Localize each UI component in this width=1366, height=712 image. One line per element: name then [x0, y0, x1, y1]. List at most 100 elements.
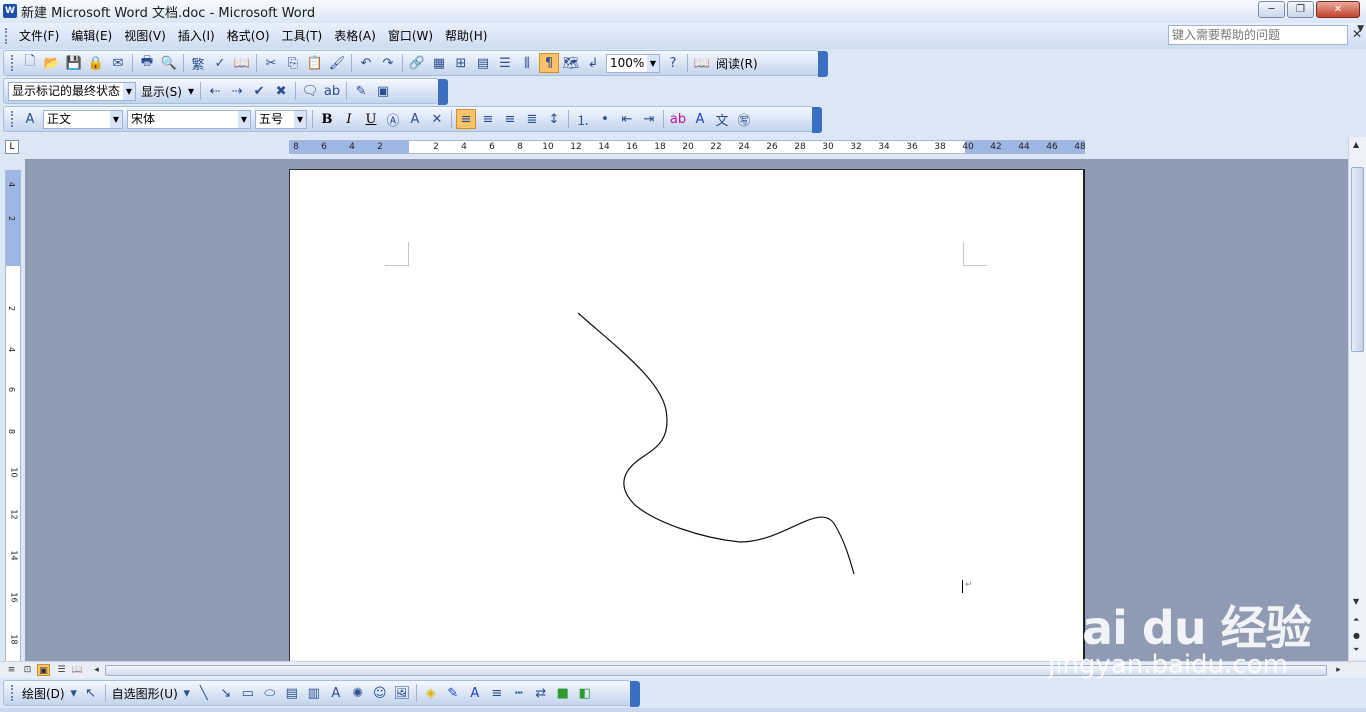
- document-close-icon[interactable]: ✕: [1352, 27, 1362, 41]
- insert-table-icon[interactable]: ⊞: [451, 53, 471, 73]
- document-map-icon[interactable]: 🗺: [561, 53, 581, 73]
- numbering-icon[interactable]: ⒈: [573, 109, 593, 129]
- close-button[interactable]: ✕: [1316, 1, 1360, 18]
- menu-window[interactable]: 窗口(W): [382, 26, 439, 46]
- toolbar-grip[interactable]: [11, 685, 14, 701]
- print-preview-icon[interactable]: 🔍: [159, 53, 179, 73]
- underline-button[interactable]: U: [361, 109, 381, 129]
- highlight-review-icon[interactable]: ab: [322, 81, 342, 101]
- decrease-indent-icon[interactable]: ⇤: [617, 109, 637, 129]
- outline-view-icon[interactable]: ☰: [55, 664, 68, 676]
- rectangle-icon[interactable]: ▭: [238, 683, 258, 703]
- scroll-left-icon[interactable]: ◂: [90, 664, 103, 676]
- dash-style-icon[interactable]: ┅: [509, 683, 529, 703]
- menu-help[interactable]: 帮助(H): [439, 26, 493, 46]
- help-icon[interactable]: ?: [663, 53, 683, 73]
- spelling-icon[interactable]: ✓: [210, 53, 230, 73]
- font-size-select[interactable]: 五号 ▼: [255, 109, 307, 129]
- read-button[interactable]: 阅读(R): [713, 55, 761, 72]
- font-select[interactable]: 宋体 ▼: [127, 109, 251, 129]
- reject-change-icon[interactable]: ✖: [271, 81, 291, 101]
- toolbar-options-icon[interactable]: [812, 107, 822, 133]
- shadow-style-icon[interactable]: ■: [553, 683, 573, 703]
- tables-borders-icon[interactable]: ▦: [429, 53, 449, 73]
- draw-dropdown-icon[interactable]: ▾: [69, 683, 79, 703]
- reading-layout-icon[interactable]: 📖: [71, 664, 84, 676]
- redo-icon[interactable]: ↷: [378, 53, 398, 73]
- character-border-icon[interactable]: Ⓐ: [383, 109, 403, 129]
- menu-tools[interactable]: 工具(T): [276, 26, 329, 46]
- save-icon[interactable]: 💾: [64, 53, 84, 73]
- copy-icon[interactable]: ⎘: [283, 53, 303, 73]
- show-dropdown-icon[interactable]: ▾: [185, 84, 197, 98]
- tab-selector[interactable]: L: [5, 140, 19, 154]
- permission-icon[interactable]: 🔒: [86, 53, 106, 73]
- line-color-icon[interactable]: ✎: [443, 683, 463, 703]
- markup-state-select[interactable]: 显示标记的最终状态 ▼: [8, 81, 136, 101]
- format-painter-icon[interactable]: 🖌: [327, 53, 347, 73]
- research-icon[interactable]: 📖: [232, 53, 252, 73]
- toolbar-options-icon[interactable]: [818, 51, 828, 77]
- styles-formatting-icon[interactable]: A: [20, 109, 40, 129]
- minimize-button[interactable]: ─: [1258, 1, 1285, 18]
- line-style-icon[interactable]: ≡: [487, 683, 507, 703]
- highlight-icon[interactable]: ab: [668, 109, 688, 129]
- email-icon[interactable]: ✉: [108, 53, 128, 73]
- size-dropdown-icon[interactable]: ▼: [294, 110, 306, 128]
- diagram-icon[interactable]: ✺: [348, 683, 368, 703]
- horizontal-scroll-thumb[interactable]: [105, 665, 1327, 676]
- paste-icon[interactable]: 📋: [305, 53, 325, 73]
- draw-font-color-icon[interactable]: A: [465, 683, 485, 703]
- align-center-icon[interactable]: ≡: [478, 109, 498, 129]
- columns-icon[interactable]: ☰: [495, 53, 515, 73]
- previous-page-icon[interactable]: ⏶: [1353, 615, 1359, 625]
- previous-change-icon[interactable]: ⇠: [205, 81, 225, 101]
- next-page-icon[interactable]: ⏷: [1353, 645, 1359, 655]
- scroll-down-icon[interactable]: ▼: [1353, 597, 1359, 606]
- align-right-icon[interactable]: ≡: [500, 109, 520, 129]
- arrow-style-icon[interactable]: ⇄: [531, 683, 551, 703]
- autoshapes-dropdown-icon[interactable]: ▾: [182, 683, 192, 703]
- line-spacing-icon[interactable]: ↕: [544, 109, 564, 129]
- scroll-right-icon[interactable]: ▸: [1332, 664, 1345, 676]
- web-layout-icon[interactable]: ⊡: [21, 664, 34, 676]
- restore-button[interactable]: ❐: [1287, 1, 1314, 18]
- line-icon[interactable]: ╲: [194, 683, 214, 703]
- menu-insert[interactable]: 插入(I): [172, 26, 221, 46]
- bullets-icon[interactable]: •: [595, 109, 615, 129]
- show-formatting-icon[interactable]: ↲: [583, 53, 603, 73]
- show-hide-icon[interactable]: ¶: [539, 53, 559, 73]
- italic-button[interactable]: I: [339, 109, 359, 129]
- accept-change-icon[interactable]: ✔: [249, 81, 269, 101]
- new-document-icon[interactable]: 🗋: [20, 53, 40, 73]
- clip-art-icon[interactable]: ☺: [370, 683, 390, 703]
- reviewing-pane-icon[interactable]: ▣: [373, 81, 393, 101]
- show-button[interactable]: 显示(S): [138, 83, 185, 100]
- align-left-icon[interactable]: ≡: [456, 109, 476, 129]
- horizontal-ruler[interactable]: 8 6 4 2 2 4 6 8 10 12 14 16 18 20 22 24 26 28 30 32 34 36 38 40…: [289, 140, 1086, 154]
- open-folder-icon[interactable]: 📂: [42, 53, 62, 73]
- select-objects-icon[interactable]: ↖: [81, 683, 101, 703]
- toolbar-options-icon[interactable]: [438, 79, 448, 105]
- menu-edit[interactable]: 编辑(E): [65, 26, 118, 46]
- hyperlink-icon[interactable]: 🔗: [407, 53, 427, 73]
- phonetic-guide-icon[interactable]: 文: [712, 109, 732, 129]
- character-scale-icon[interactable]: ✕: [427, 109, 447, 129]
- next-change-icon[interactable]: ⇢: [227, 81, 247, 101]
- drawing-icon[interactable]: ⫼: [517, 53, 537, 73]
- print-layout-icon[interactable]: ▣: [37, 664, 50, 676]
- font-color-icon[interactable]: A: [690, 109, 710, 129]
- enclose-characters-icon[interactable]: ㊢: [734, 109, 754, 129]
- menu-format[interactable]: 格式(O): [221, 26, 276, 46]
- cut-icon[interactable]: ✂: [261, 53, 281, 73]
- draw-menu-button[interactable]: 绘图(D): [19, 685, 68, 702]
- toolbar-grip[interactable]: [11, 111, 14, 127]
- print-icon[interactable]: 🖶: [137, 53, 157, 73]
- arrow-icon[interactable]: ↘: [216, 683, 236, 703]
- toolbar-options-icon[interactable]: [630, 681, 640, 707]
- autoshapes-button[interactable]: 自选图形(U): [109, 685, 181, 702]
- markup-dropdown-icon[interactable]: ▼: [123, 82, 135, 100]
- insert-picture-icon[interactable]: 🖼: [392, 683, 412, 703]
- bold-button[interactable]: B: [317, 109, 337, 129]
- track-changes-icon[interactable]: ✎: [351, 81, 371, 101]
